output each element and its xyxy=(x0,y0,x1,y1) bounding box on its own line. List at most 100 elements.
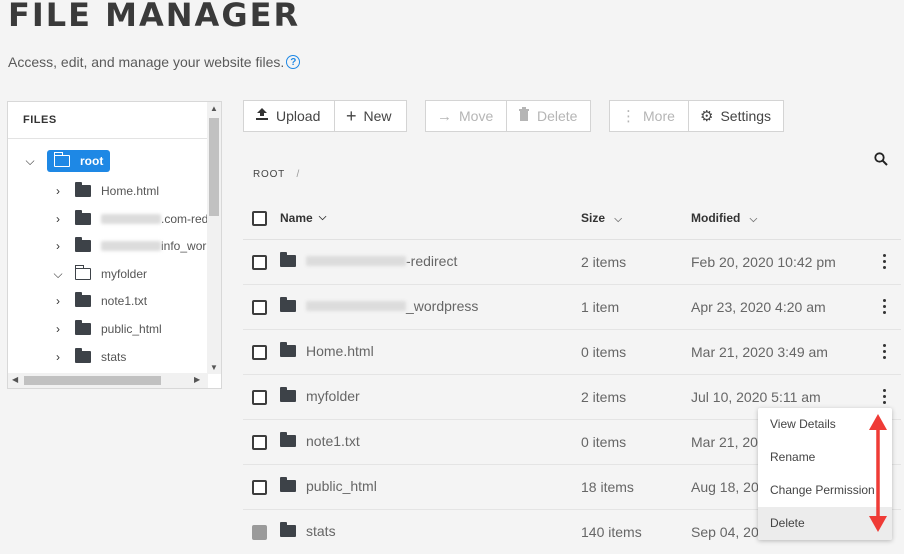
page-title: FILE MANAGER xyxy=(8,0,301,34)
move-label: Move xyxy=(459,108,494,124)
redacted-text xyxy=(101,214,161,224)
file-size: 140 items xyxy=(581,524,642,540)
file-name: note1.txt xyxy=(306,433,360,449)
file-name-cell[interactable]: -redirect xyxy=(280,252,457,269)
annotation-double-arrow-icon xyxy=(869,414,887,532)
tree-item[interactable]: › public_html xyxy=(51,316,162,342)
row-menu-icon[interactable] xyxy=(883,389,887,405)
tree-horizontal-scrollbar[interactable]: ◀ ▶ xyxy=(8,373,208,388)
scrollbar-thumb[interactable] xyxy=(209,118,219,216)
select-all-checkbox[interactable] xyxy=(252,211,267,226)
chevron-down-icon: ⌵ xyxy=(749,213,758,225)
folder-icon xyxy=(75,348,91,363)
tree-item-label: note1.txt xyxy=(101,294,148,308)
redacted-text xyxy=(306,256,406,266)
toolbar-group-edit: → Move Delete xyxy=(425,100,591,132)
root-chip[interactable]: root xyxy=(47,150,111,172)
settings-button[interactable]: ⚙ Settings xyxy=(688,101,782,131)
size-column-header[interactable]: Size ⌵ xyxy=(581,211,622,225)
move-button[interactable]: → Move xyxy=(426,101,506,131)
row-checkbox[interactable] xyxy=(252,480,267,495)
file-name-cell[interactable]: public_html xyxy=(280,477,377,494)
toolbar-group-create: Upload + New xyxy=(243,100,407,132)
upload-button[interactable]: Upload xyxy=(244,101,334,131)
file-name: Home.html xyxy=(306,343,374,359)
row-checkbox[interactable] xyxy=(252,435,267,450)
root-label: root xyxy=(80,154,104,168)
folder-icon xyxy=(75,210,91,225)
redacted-text xyxy=(306,301,406,311)
tree-item[interactable]: › info_wor xyxy=(51,233,206,259)
more-vertical-icon: ⋮ xyxy=(621,108,636,125)
chevron-right-icon[interactable]: › xyxy=(51,184,65,198)
table-row[interactable]: _wordpress 1 item Apr 23, 2020 4:20 am xyxy=(243,285,901,330)
file-size: 2 items xyxy=(581,389,627,405)
row-checkbox[interactable] xyxy=(252,345,267,360)
chevron-right-icon[interactable]: › xyxy=(51,350,65,364)
name-column-header[interactable]: Name ⌵ xyxy=(280,211,326,225)
breadcrumb-separator: / xyxy=(296,169,301,180)
breadcrumb-root[interactable]: ROOT xyxy=(253,169,285,180)
scroll-left-arrow-icon[interactable]: ◀ xyxy=(12,375,18,384)
subtitle-text: Access, edit, and manage your website fi… xyxy=(8,54,285,70)
tree-item-root[interactable]: ⌵ root xyxy=(23,148,111,174)
chevron-right-icon[interactable]: › xyxy=(51,212,65,226)
gear-icon: ⚙ xyxy=(700,108,714,125)
row-menu-icon[interactable] xyxy=(883,254,887,270)
table-header: Name ⌵ Size ⌵ Modified ⌵ xyxy=(243,196,901,240)
scroll-up-arrow-icon[interactable]: ▲ xyxy=(207,104,221,113)
file-name-cell[interactable]: Home.html xyxy=(280,342,374,359)
tree-item[interactable]: ⌵ myfolder xyxy=(51,261,147,287)
chevron-down-icon[interactable]: ⌵ xyxy=(23,154,37,169)
chevron-down-icon: ⌵ xyxy=(614,213,622,225)
row-checkbox[interactable] xyxy=(252,525,267,540)
folder-icon xyxy=(280,342,296,357)
chevron-right-icon[interactable]: › xyxy=(51,239,65,253)
folder-icon xyxy=(280,387,296,402)
chevron-right-icon[interactable]: › xyxy=(51,322,65,336)
plus-icon: + xyxy=(346,105,357,126)
more-button[interactable]: ⋮ More xyxy=(610,101,688,131)
tree-item-label: .com-red xyxy=(161,212,208,226)
file-name-cell[interactable]: myfolder xyxy=(280,387,360,404)
more-label: More xyxy=(643,108,675,124)
folder-icon xyxy=(280,432,296,447)
file-name-cell[interactable]: _wordpress xyxy=(280,297,478,314)
file-size: 0 items xyxy=(581,344,627,360)
chevron-down-icon: ⌵ xyxy=(318,212,327,223)
scroll-down-arrow-icon[interactable]: ▼ xyxy=(207,363,221,372)
help-icon[interactable]: ? xyxy=(286,55,301,69)
tree-item[interactable]: › Home.html xyxy=(51,178,159,204)
redacted-text xyxy=(101,241,161,251)
table-row[interactable]: Home.html 0 items Mar 21, 2020 3:49 am xyxy=(243,330,901,375)
chevron-down-icon[interactable]: ⌵ xyxy=(51,267,65,282)
row-menu-icon[interactable] xyxy=(883,344,887,360)
search-icon[interactable] xyxy=(874,152,888,166)
row-checkbox[interactable] xyxy=(252,255,267,270)
arrow-right-icon: → xyxy=(437,107,452,125)
chevron-right-icon[interactable]: › xyxy=(51,294,65,308)
scroll-right-arrow-icon[interactable]: ▶ xyxy=(194,375,200,384)
folder-icon xyxy=(75,320,91,335)
folder-icon xyxy=(280,297,296,312)
file-modified: Apr 23, 2020 4:20 am xyxy=(691,299,826,315)
table-row[interactable]: -redirect 2 items Feb 20, 2020 10:42 pm xyxy=(243,240,901,285)
trash-icon xyxy=(518,107,530,125)
delete-button[interactable]: Delete xyxy=(506,101,588,131)
file-size: 0 items xyxy=(581,434,627,450)
row-checkbox[interactable] xyxy=(252,300,267,315)
new-button[interactable]: + New xyxy=(334,101,403,131)
row-checkbox[interactable] xyxy=(252,390,267,405)
folder-icon xyxy=(75,182,91,197)
tree-item[interactable]: › .com-red xyxy=(51,206,208,232)
settings-label: Settings xyxy=(720,108,772,124)
row-menu-icon[interactable] xyxy=(883,299,887,315)
tree-item[interactable]: › note1.txt xyxy=(51,288,147,314)
tree-item[interactable]: › stats xyxy=(51,344,126,370)
folder-icon xyxy=(280,252,296,267)
file-name-cell[interactable]: note1.txt xyxy=(280,432,360,449)
tree-vertical-scrollbar[interactable]: ▲ ▼ xyxy=(207,102,221,374)
modified-column-header[interactable]: Modified ⌵ xyxy=(691,211,757,225)
file-name-cell[interactable]: stats xyxy=(280,522,336,539)
scrollbar-thumb[interactable] xyxy=(24,376,161,385)
